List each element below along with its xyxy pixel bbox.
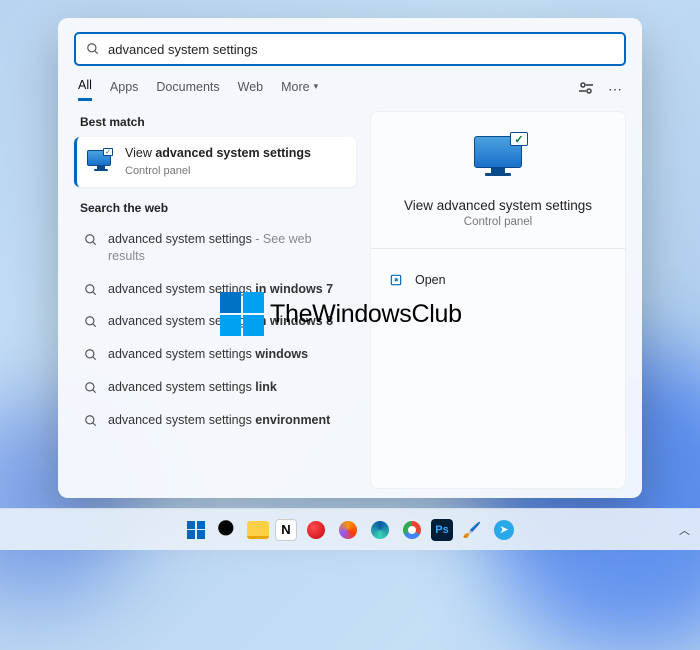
tab-documents[interactable]: Documents bbox=[156, 78, 219, 101]
section-search-web: Search the web bbox=[80, 201, 356, 215]
web-result-item[interactable]: advanced system settings in windows 7 bbox=[74, 273, 356, 306]
search-icon bbox=[84, 381, 98, 395]
more-options-icon[interactable]: ⋯ bbox=[608, 81, 622, 98]
best-match-item[interactable]: ✓ View advanced system settings Control … bbox=[74, 137, 356, 187]
taskbar-app-explorer[interactable] bbox=[247, 521, 269, 539]
search-box[interactable] bbox=[74, 32, 626, 66]
taskbar: N Ps 🖌️ ➤ ︿ bbox=[0, 508, 700, 550]
web-result-text: advanced system settings windows bbox=[108, 346, 308, 363]
taskbar-app-paint[interactable]: 🖌️ bbox=[459, 517, 485, 543]
preview-title: View advanced system settings bbox=[387, 198, 609, 213]
tray-overflow-button[interactable]: ︿ bbox=[679, 522, 690, 538]
monitor-settings-icon-large: ✓ bbox=[470, 136, 526, 184]
taskbar-app-photoshop[interactable]: Ps bbox=[431, 519, 453, 541]
taskbar-app-notion[interactable]: N bbox=[275, 519, 297, 541]
preview-subtitle: Control panel bbox=[387, 216, 609, 228]
section-best-match: Best match bbox=[80, 115, 356, 129]
taskbar-app-telegram[interactable]: ➤ bbox=[491, 517, 517, 543]
tab-more[interactable]: More▾ bbox=[281, 78, 318, 101]
search-icon bbox=[86, 42, 100, 56]
taskbar-app-edge[interactable] bbox=[367, 517, 393, 543]
web-result-text: advanced system settings in windows 7 bbox=[108, 281, 333, 298]
taskbar-app-chrome[interactable] bbox=[399, 517, 425, 543]
search-panel: All Apps Documents Web More▾ ⋯ Best matc… bbox=[58, 18, 642, 498]
search-icon bbox=[84, 414, 98, 428]
tab-apps[interactable]: Apps bbox=[110, 78, 139, 101]
web-result-item[interactable]: advanced system settings windows bbox=[74, 338, 356, 371]
search-icon bbox=[84, 348, 98, 362]
web-result-text: advanced system settings link bbox=[108, 379, 277, 396]
tab-web[interactable]: Web bbox=[238, 78, 263, 101]
taskbar-search-button[interactable] bbox=[215, 517, 241, 543]
open-icon bbox=[389, 273, 403, 287]
search-input[interactable] bbox=[108, 42, 614, 57]
web-result-item[interactable]: advanced system settings - See web resul… bbox=[74, 223, 356, 273]
web-result-text: advanced system settings in windows 8 bbox=[108, 313, 333, 330]
tabs-row: All Apps Documents Web More▾ ⋯ bbox=[74, 78, 626, 101]
preferences-icon[interactable] bbox=[578, 81, 594, 98]
search-icon bbox=[84, 283, 98, 297]
monitor-settings-icon: ✓ bbox=[87, 150, 115, 174]
web-result-item[interactable]: advanced system settings in windows 8 bbox=[74, 305, 356, 338]
best-match-text: View advanced system settings Control pa… bbox=[125, 145, 311, 179]
chevron-down-icon: ▾ bbox=[314, 81, 319, 92]
search-icon bbox=[84, 315, 98, 329]
preview-pane: ✓ View advanced system settings Control … bbox=[370, 111, 626, 489]
taskbar-app-opera[interactable] bbox=[303, 517, 329, 543]
search-icon bbox=[84, 233, 98, 247]
web-result-text: advanced system settings - See web resul… bbox=[108, 231, 346, 265]
results-column: Best match ✓ View advanced system settin… bbox=[74, 111, 356, 489]
system-tray: ︿ bbox=[679, 522, 690, 538]
web-result-item[interactable]: advanced system settings link bbox=[74, 371, 356, 404]
start-button[interactable] bbox=[183, 517, 209, 543]
web-result-item[interactable]: advanced system settings environment bbox=[74, 404, 356, 437]
taskbar-app-firefox[interactable] bbox=[335, 517, 361, 543]
web-result-text: advanced system settings environment bbox=[108, 412, 330, 429]
tab-all[interactable]: All bbox=[78, 78, 92, 101]
open-action[interactable]: Open bbox=[387, 269, 609, 291]
